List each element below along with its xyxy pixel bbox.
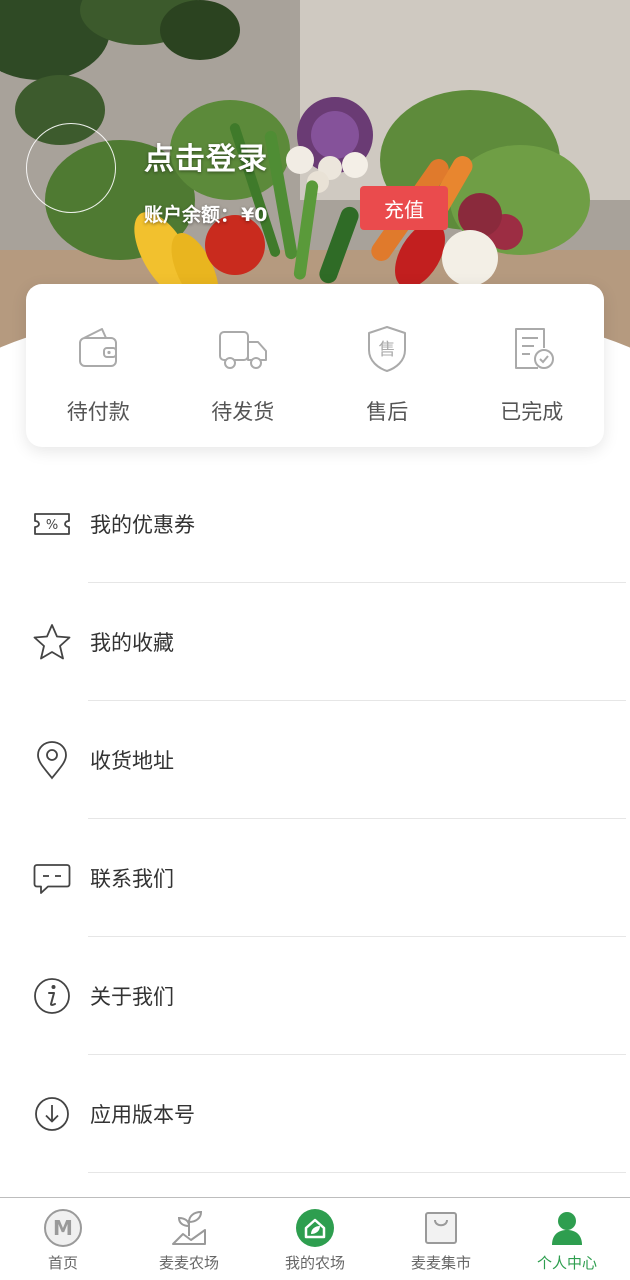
tab-personal-center-label: 个人中心 xyxy=(536,1254,597,1272)
menu-item-about[interactable]: 关于我们 xyxy=(0,937,630,1055)
tab-personal-center[interactable]: 个人中心 xyxy=(504,1198,630,1280)
order-pending-shipment-label: 待发货 xyxy=(211,400,275,424)
profile-menu: % 我的优惠券 我的收藏 收货地址 联系我们 关于我们 应用版本号 xyxy=(0,465,630,1173)
shopping-bag-icon xyxy=(425,1212,457,1244)
download-icon xyxy=(35,1097,69,1131)
wallet-icon xyxy=(79,328,118,367)
home-logo-icon: M xyxy=(44,1209,82,1247)
order-pending-payment[interactable]: 待付款 xyxy=(38,324,158,426)
after-sale-shield-icon: 售 xyxy=(368,326,407,372)
menu-item-about-label: 关于我们 xyxy=(90,985,174,1009)
tab-maimai-market-label: 麦麦集市 xyxy=(410,1254,471,1272)
order-status-card: 待付款 待发货 售 售后 已完成 xyxy=(26,284,604,447)
order-after-sale-label: 售后 xyxy=(366,400,409,424)
svg-text:售: 售 xyxy=(379,340,396,360)
menu-item-address-label: 收货地址 xyxy=(90,749,174,773)
avatar[interactable] xyxy=(26,123,116,213)
location-pin-icon xyxy=(37,741,67,780)
menu-item-coupons[interactable]: % 我的优惠券 xyxy=(0,465,630,583)
order-completed-label: 已完成 xyxy=(500,400,564,424)
my-farm-icon xyxy=(296,1209,334,1247)
info-icon xyxy=(34,978,70,1014)
tab-home[interactable]: M 首页 xyxy=(0,1198,126,1280)
menu-item-app-version-label: 应用版本号 xyxy=(90,1103,195,1127)
balance-label: 账户余额： xyxy=(144,204,240,226)
tab-maimai-farm[interactable]: 麦麦农场 xyxy=(126,1198,252,1280)
menu-item-contact[interactable]: 联系我们 xyxy=(0,819,630,937)
svg-text:M: M xyxy=(53,1216,73,1240)
menu-item-app-version[interactable]: 应用版本号 xyxy=(0,1055,630,1173)
account-balance: 账户余额： ¥0 xyxy=(144,200,267,227)
tab-my-farm[interactable]: 我的农场 xyxy=(252,1198,378,1280)
chat-bubble-icon xyxy=(33,864,71,894)
completed-document-icon xyxy=(514,328,554,369)
menu-item-coupons-label: 我的优惠券 xyxy=(90,513,195,537)
tab-my-farm-label: 我的农场 xyxy=(284,1254,345,1272)
order-pending-payment-label: 待付款 xyxy=(66,400,130,424)
menu-divider xyxy=(88,1172,626,1173)
menu-item-favorites-label: 我的收藏 xyxy=(90,631,174,655)
tab-maimai-market[interactable]: 麦麦集市 xyxy=(378,1198,504,1280)
login-prompt[interactable]: 点击登录 xyxy=(144,134,268,178)
person-icon xyxy=(552,1212,582,1245)
star-icon xyxy=(33,624,71,660)
sprout-icon xyxy=(172,1210,206,1245)
tab-maimai-farm-label: 麦麦农场 xyxy=(158,1254,219,1272)
coupon-icon: % xyxy=(34,513,70,535)
menu-item-favorites[interactable]: 我的收藏 xyxy=(0,583,630,701)
order-after-sale[interactable]: 售 售后 xyxy=(327,324,447,426)
menu-item-address[interactable]: 收货地址 xyxy=(0,701,630,819)
recharge-button[interactable]: 充值 xyxy=(360,186,448,230)
svg-text:%: % xyxy=(46,518,58,533)
truck-icon xyxy=(218,331,267,369)
tab-home-label: 首页 xyxy=(47,1254,78,1272)
order-pending-shipment[interactable]: 待发货 xyxy=(183,324,303,426)
order-completed[interactable]: 已完成 xyxy=(472,324,592,426)
bottom-tab-bar: M 首页 麦麦农场 我的农场 麦麦集市 个人中心 xyxy=(0,1197,630,1280)
balance-value: ¥0 xyxy=(241,204,268,226)
menu-item-contact-label: 联系我们 xyxy=(90,867,174,891)
